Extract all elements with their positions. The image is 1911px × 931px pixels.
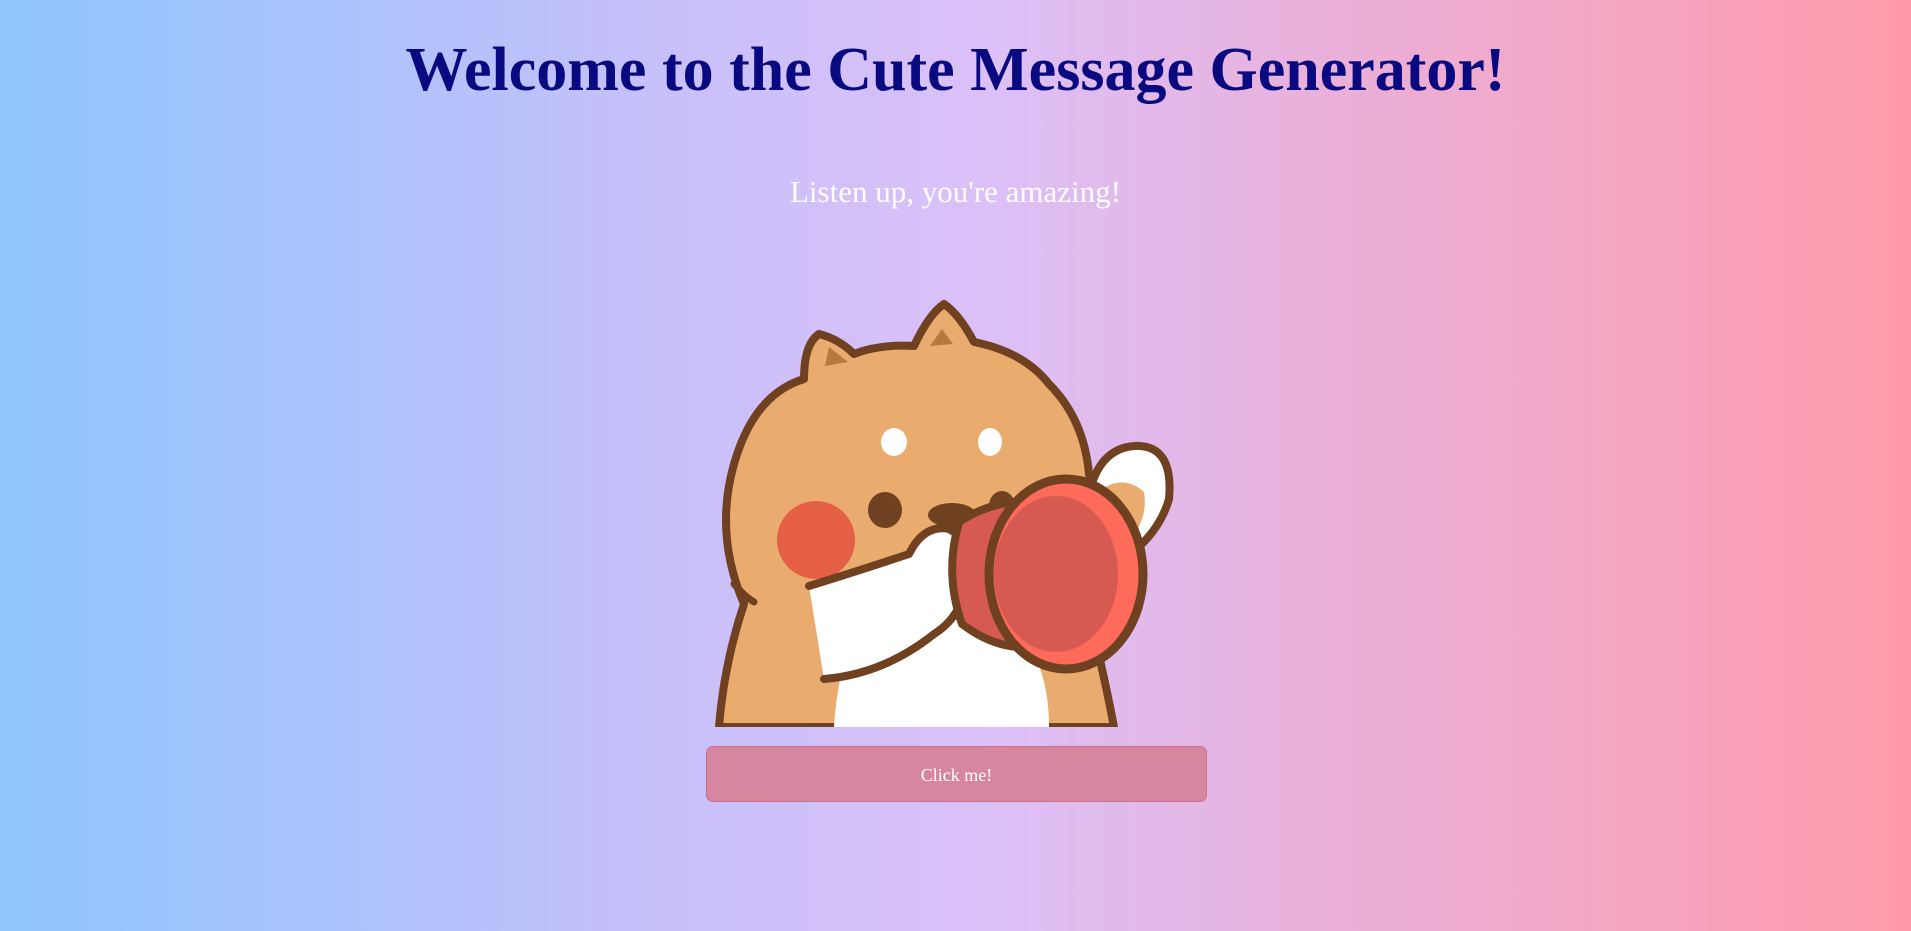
cute-message-text: Listen up, you're amazing! xyxy=(790,174,1121,209)
page-title: Welcome to the Cute Message Generator! xyxy=(405,36,1506,104)
shiba-dog-icon xyxy=(715,300,1174,727)
page: Welcome to the Cute Message Generator! L… xyxy=(0,0,1911,931)
shiba-megaphone-illustration xyxy=(704,284,1204,727)
click-me-button[interactable]: Click me! xyxy=(706,746,1207,802)
